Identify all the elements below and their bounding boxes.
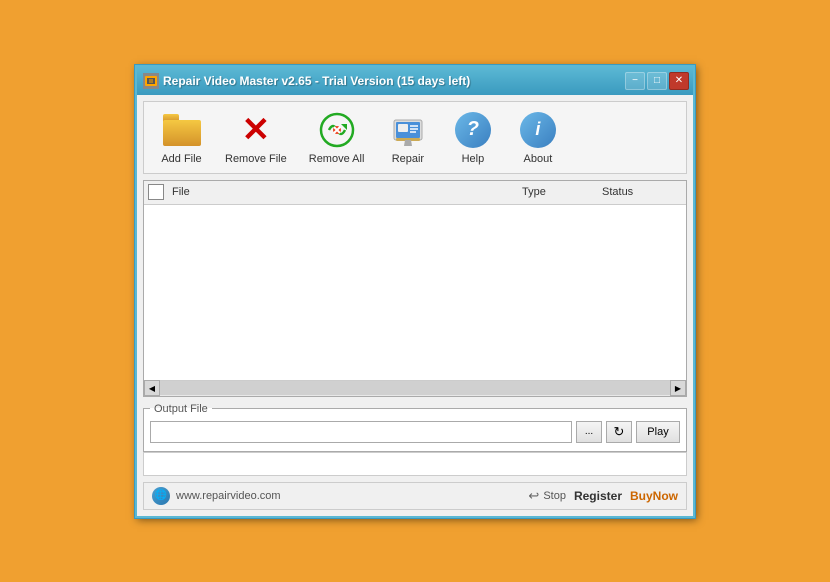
remove-file-button[interactable]: ✕ Remove File — [219, 108, 293, 167]
toolbar: Add File ✕ Remove File — [143, 101, 687, 174]
play-button[interactable]: Play — [636, 421, 680, 443]
remove-all-icon — [317, 110, 357, 150]
remove-all-button[interactable]: Remove All — [303, 108, 371, 167]
buynow-button[interactable]: BuyNow — [630, 489, 678, 503]
scroll-right-arrow[interactable]: ▶ — [670, 380, 686, 396]
output-row: ... ↻ Play — [150, 419, 680, 445]
title-bar: Repair Video Master v2.65 - Trial Versio… — [137, 67, 693, 95]
progress-area — [143, 452, 687, 476]
repair-icon — [388, 110, 428, 150]
stop-button[interactable]: Stop — [543, 490, 566, 502]
select-all-checkbox[interactable] — [148, 184, 164, 200]
repair-label: Repair — [392, 153, 424, 165]
help-icon: ? — [453, 110, 493, 150]
add-file-button[interactable]: Add File — [154, 108, 209, 167]
output-fieldset: Output File ... ↻ Play — [143, 403, 687, 452]
close-button[interactable]: ✕ — [669, 72, 689, 90]
website-link[interactable]: www.repairvideo.com — [176, 490, 281, 502]
col-file-header: File — [170, 186, 522, 198]
status-bar: 🌐 www.repairvideo.com ↩ Stop Register Bu… — [143, 482, 687, 510]
window-body: Add File ✕ Remove File — [137, 95, 693, 516]
col-status-header: Status — [602, 186, 682, 198]
window-title: Repair Video Master v2.65 - Trial Versio… — [163, 74, 470, 88]
col-type-header: Type — [522, 186, 602, 198]
register-button[interactable]: Register — [574, 489, 622, 503]
remove-file-label: Remove File — [225, 153, 287, 165]
refresh-button[interactable]: ↻ — [606, 421, 632, 443]
globe-icon: 🌐 — [152, 487, 170, 505]
horizontal-scrollbar[interactable]: ◀ ▶ — [144, 380, 686, 396]
status-right: ↩ Stop Register BuyNow — [528, 488, 678, 504]
browse-button[interactable]: ... — [576, 421, 602, 443]
status-left: 🌐 www.repairvideo.com — [152, 487, 281, 505]
help-button[interactable]: ? Help — [445, 108, 500, 167]
main-window: Repair Video Master v2.65 - Trial Versio… — [135, 65, 695, 518]
about-button[interactable]: i About — [510, 108, 565, 167]
about-icon: i — [518, 110, 558, 150]
file-list-body — [144, 205, 686, 380]
scroll-thumb[interactable] — [160, 381, 670, 395]
add-file-icon — [162, 110, 202, 150]
output-legend: Output File — [150, 403, 212, 415]
stop-icon: ↩ — [528, 488, 539, 504]
remove-file-icon: ✕ — [236, 110, 276, 150]
title-buttons: − □ ✕ — [625, 72, 689, 90]
remove-all-label: Remove All — [309, 153, 365, 165]
help-label: Help — [462, 153, 485, 165]
add-file-label: Add File — [161, 153, 201, 165]
stop-row: ↩ Stop — [528, 488, 566, 504]
maximize-button[interactable]: □ — [647, 72, 667, 90]
file-list-container: File Type Status ◀ ▶ — [143, 180, 687, 397]
repair-button[interactable]: Repair — [380, 108, 435, 167]
scroll-left-arrow[interactable]: ◀ — [144, 380, 160, 396]
scroll-track[interactable] — [160, 381, 670, 395]
minimize-button[interactable]: − — [625, 72, 645, 90]
title-bar-left: Repair Video Master v2.65 - Trial Versio… — [143, 73, 470, 89]
about-label: About — [524, 153, 553, 165]
output-file-input[interactable] — [150, 421, 572, 443]
file-list-header: File Type Status — [144, 181, 686, 205]
app-icon — [143, 73, 159, 89]
